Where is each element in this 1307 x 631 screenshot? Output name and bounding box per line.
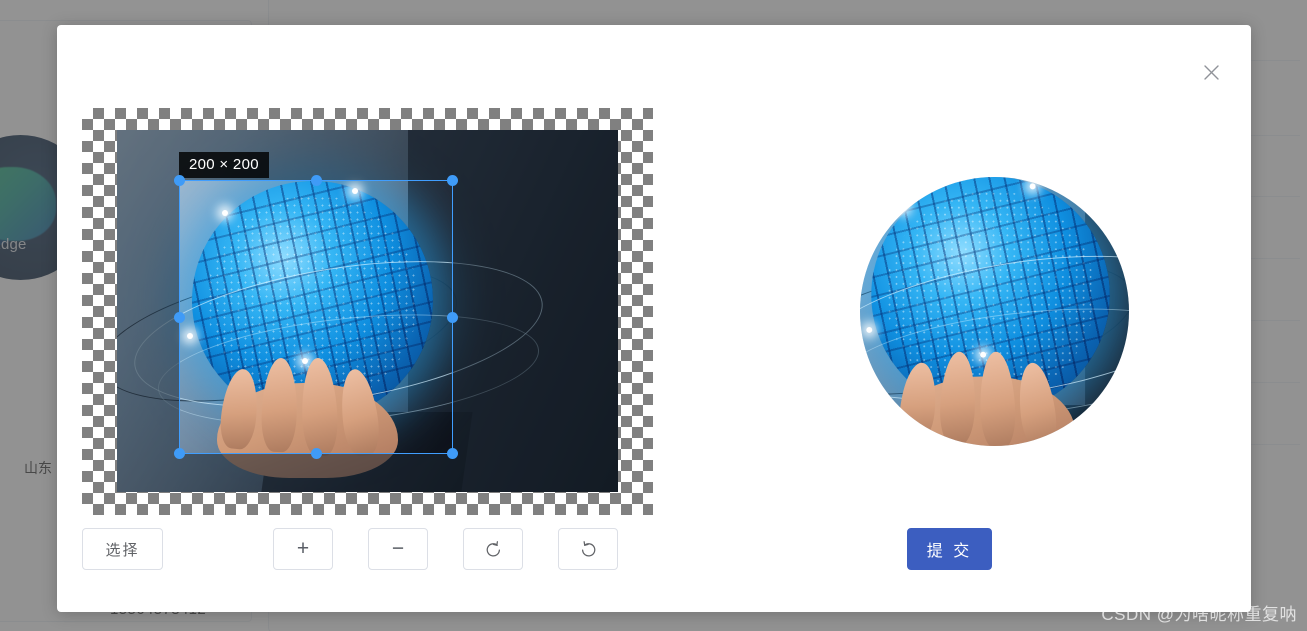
crop-handle-middle-right[interactable] (447, 311, 458, 323)
photo-artwork (180, 181, 452, 453)
zoom-out-button[interactable]: − (368, 528, 428, 570)
crop-size-label: 200 × 200 (179, 152, 269, 179)
photo-sparkle (1029, 183, 1036, 190)
submit-button[interactable]: 提 交 (907, 528, 992, 570)
photo-artwork (859, 177, 1129, 446)
crop-handle-bottom-center[interactable] (310, 448, 322, 459)
rotate-counterclockwise-icon[interactable] (463, 528, 523, 570)
photo-sparkle (980, 351, 986, 358)
avatar-cropper-dialog: 200 × 200 选择 + − 提 交 (57, 25, 1251, 612)
crop-handle-bottom-left[interactable] (174, 448, 185, 459)
photo-sparkle (222, 209, 229, 216)
crop-selection-preview (180, 181, 452, 453)
cropper-toolbar: 选择 + − 提 交 (82, 528, 1226, 574)
image-cropper[interactable]: 200 × 200 (82, 108, 653, 515)
avatar-preview-circle (859, 177, 1129, 446)
screen-root: t Edge 山东 15564578412 (0, 0, 1307, 631)
close-icon[interactable] (1191, 52, 1231, 92)
photo-sparkle (900, 204, 907, 211)
avatar-preview-image (859, 177, 1129, 446)
avatar-preview (790, 108, 1198, 515)
crop-handle-top-center[interactable] (310, 175, 322, 186)
crop-handle-top-left[interactable] (174, 175, 185, 186)
select-file-button[interactable]: 选择 (82, 528, 163, 570)
cropper-transparency-canvas: 200 × 200 (82, 108, 653, 515)
crop-handle-bottom-right[interactable] (447, 448, 458, 459)
crop-handle-top-right[interactable] (447, 175, 458, 186)
crop-selection-box[interactable]: 200 × 200 (174, 152, 458, 459)
zoom-in-button[interactable]: + (273, 528, 333, 570)
crop-handle-middle-left[interactable] (174, 311, 185, 323)
photo-sparkle (865, 326, 872, 333)
photo-sparkle (187, 332, 194, 339)
crop-selection-window (180, 181, 452, 453)
rotate-clockwise-icon[interactable] (558, 528, 618, 570)
